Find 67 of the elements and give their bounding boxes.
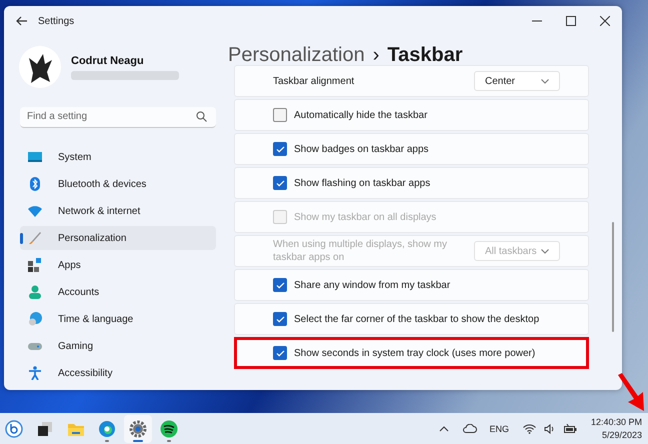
user-name: Codrut Neagu — [71, 54, 145, 66]
bluetooth-icon — [28, 177, 42, 191]
system-icon — [28, 150, 42, 164]
checkmark-icon — [276, 348, 284, 358]
speaker-icon[interactable] — [544, 424, 556, 434]
breadcrumb-separator: › — [372, 44, 380, 67]
setting-label: Show flashing on taskbar apps — [294, 178, 430, 188]
music-icon — [160, 420, 178, 438]
sidebar-item[interactable]: Gaming — [20, 334, 216, 358]
battery-icon[interactable] — [564, 424, 577, 434]
setting-label: When using multiple displays, show my taskbar apps on — [273, 238, 448, 264]
chevron-down-icon — [541, 78, 549, 84]
selection-indicator — [20, 233, 23, 244]
checkbox[interactable] — [273, 176, 287, 190]
setting-label: Select the far corner of the taskbar to show the desktop — [294, 314, 540, 324]
sidebar-item[interactable]: Accounts — [20, 280, 216, 304]
checkmark-icon — [276, 178, 284, 188]
annotation-arrow — [616, 373, 646, 413]
sidebar-item[interactable]: Bluetooth & devices — [20, 172, 216, 196]
checkmark-icon — [276, 314, 284, 324]
browser-icon — [98, 420, 116, 438]
setting-label: Show badges on taskbar apps — [294, 144, 429, 154]
checkbox[interactable] — [273, 346, 287, 360]
time-icon — [28, 312, 42, 326]
maximize-icon — [566, 16, 576, 26]
gear-icon — [129, 420, 147, 438]
setting-label: Show seconds in system tray clock (uses more power) — [294, 348, 536, 358]
close-icon — [600, 16, 610, 26]
checkmark-icon — [276, 144, 284, 154]
checkbox[interactable] — [273, 312, 287, 326]
setting-label: Show my taskbar on all displays — [294, 212, 436, 222]
checkbox[interactable] — [273, 278, 287, 292]
avatar-icon — [19, 46, 61, 88]
checkmark-icon — [276, 280, 284, 290]
search-icon — [196, 111, 207, 122]
network-icon — [28, 204, 42, 218]
cloud-icon[interactable] — [463, 424, 478, 433]
accounts-icon — [28, 285, 42, 299]
chevron-up-icon[interactable] — [439, 426, 450, 432]
back-arrow-icon — [16, 16, 28, 26]
sidebar-item[interactable]: Personalization — [20, 226, 216, 250]
chevron-down-icon — [541, 248, 549, 254]
sidebar-item[interactable]: Accessibility — [20, 361, 216, 385]
language-indicator[interactable]: ENG — [489, 424, 509, 434]
checkbox[interactable] — [273, 108, 287, 122]
wifi-icon[interactable] — [522, 424, 536, 434]
brush-icon — [28, 231, 42, 245]
apps-icon — [28, 258, 42, 272]
search-field[interactable]: Find a setting — [20, 106, 216, 128]
sidebar-item[interactable]: Apps — [20, 253, 216, 277]
window-title: Settings — [38, 16, 74, 26]
setting-label: Share any window from my taskbar — [294, 280, 450, 290]
running-indicator — [105, 440, 109, 442]
sidebar-item[interactable]: System — [20, 145, 216, 169]
setting-label: Taskbar alignment — [273, 74, 356, 88]
page-title: Taskbar — [387, 44, 463, 67]
scrollbar[interactable] — [612, 222, 614, 332]
sidebar-item[interactable]: Network & internet — [20, 199, 216, 223]
setting-label: Automatically hide the taskbar — [294, 110, 428, 120]
checkbox[interactable] — [273, 142, 287, 156]
dropdown[interactable]: Center — [474, 71, 560, 91]
breadcrumb-parent[interactable]: Personalization — [228, 44, 365, 67]
accessibility-icon — [28, 366, 42, 380]
clock[interactable]: 12:40:30 PM 5/29/2023 — [590, 416, 642, 441]
running-indicator — [133, 440, 143, 442]
sidebar-item[interactable]: Time & language — [20, 307, 216, 331]
running-indicator — [167, 440, 171, 442]
